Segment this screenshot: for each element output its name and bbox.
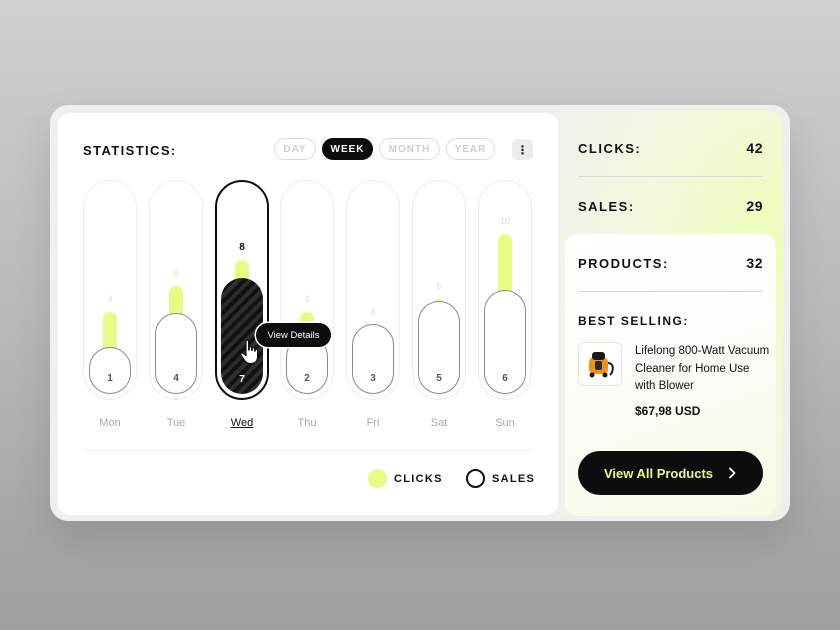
sales-value: 4 <box>173 373 179 384</box>
sales-value: 7 <box>239 374 245 385</box>
legend-sales-label: SALES <box>492 472 536 485</box>
view-all-products-label: View All Products <box>603 465 714 481</box>
legend-divider <box>83 450 533 451</box>
clicks-value: 6 <box>173 268 179 278</box>
view-all-products-button[interactable]: View All Products <box>578 451 763 495</box>
chevron-right-icon <box>729 467 736 479</box>
products-divider <box>578 291 763 292</box>
tab-month[interactable]: MONTH <box>379 138 440 160</box>
summary-products-label: PRODUCTS: <box>578 255 669 271</box>
clicks-value: 4 <box>107 294 113 304</box>
view-details-tooltip[interactable]: View Details <box>256 323 331 347</box>
clicks-value: 3 <box>370 307 376 317</box>
vertical-dots-icon: ⋮ <box>516 142 529 157</box>
summary-products: PRODUCTS: 32 <box>578 234 763 292</box>
clicks-value: 8 <box>239 242 245 253</box>
tab-week[interactable]: WEEK <box>322 138 373 160</box>
statistics-title: STATISTICS: <box>83 143 177 158</box>
tab-day[interactable]: DAY <box>274 138 316 160</box>
statistics-panel: STATISTICS: DAY WEEK MONTH YEAR ⋮ 4 1 Mon 6… <box>58 113 558 515</box>
day-label[interactable]: Thu <box>280 417 334 429</box>
legend-clicks-label: CLICKS <box>394 472 443 485</box>
sales-bar: 6 <box>484 289 526 394</box>
clicks-value: 5 <box>436 281 442 291</box>
sales-bar: 4 <box>155 312 197 394</box>
sales-value: 1 <box>107 373 113 384</box>
day-label[interactable]: Sun <box>478 417 532 429</box>
product-thumbnail[interactable] <box>578 342 622 386</box>
summary-clicks-value: 42 <box>746 140 763 156</box>
summary-sales-label: SALES: <box>578 198 635 214</box>
day-label[interactable]: Sat <box>412 417 466 429</box>
sales-value: 3 <box>370 373 376 384</box>
sales-value: 6 <box>502 373 508 384</box>
legend-clicks: CLICKS <box>368 469 443 488</box>
hand-pointer-icon <box>240 339 259 365</box>
sales-swatch <box>466 469 485 488</box>
vacuum-cleaner-icon <box>589 352 614 378</box>
day-label[interactable]: Fri <box>346 417 400 429</box>
product-name[interactable]: Lifelong 800-Watt Vacuum Cleaner for Hom… <box>635 343 770 396</box>
best-selling-title: BEST SELLING: <box>578 314 689 328</box>
legend-sales: SALES <box>466 469 535 488</box>
summary-sales: SALES: 29 <box>578 177 763 235</box>
products-panel: PRODUCTS: 32 BEST SELLING: Lifelong 800-… <box>565 234 776 516</box>
more-options-button[interactable]: ⋮ <box>512 139 533 160</box>
product-price: $67,98 USD <box>635 404 701 418</box>
day-label[interactable]: Tue <box>149 417 203 429</box>
clicks-value: 10 <box>499 216 510 226</box>
summary-clicks-label: CLICKS: <box>578 140 642 156</box>
sales-value: 2 <box>304 373 310 384</box>
clicks-value: 4 <box>304 294 310 304</box>
day-label[interactable]: Wed <box>215 417 269 429</box>
summary-clicks: CLICKS: 42 <box>578 119 763 177</box>
summary-products-value: 32 <box>746 255 763 271</box>
tab-year[interactable]: YEAR <box>446 138 495 160</box>
sales-bar: 3 <box>352 324 394 394</box>
sales-bar: 5 <box>418 301 460 394</box>
day-label[interactable]: Mon <box>83 417 137 429</box>
clicks-swatch <box>368 469 387 488</box>
summary-sales-value: 29 <box>746 198 763 214</box>
sales-bar: 1 <box>89 347 131 394</box>
sales-value: 5 <box>436 373 442 384</box>
